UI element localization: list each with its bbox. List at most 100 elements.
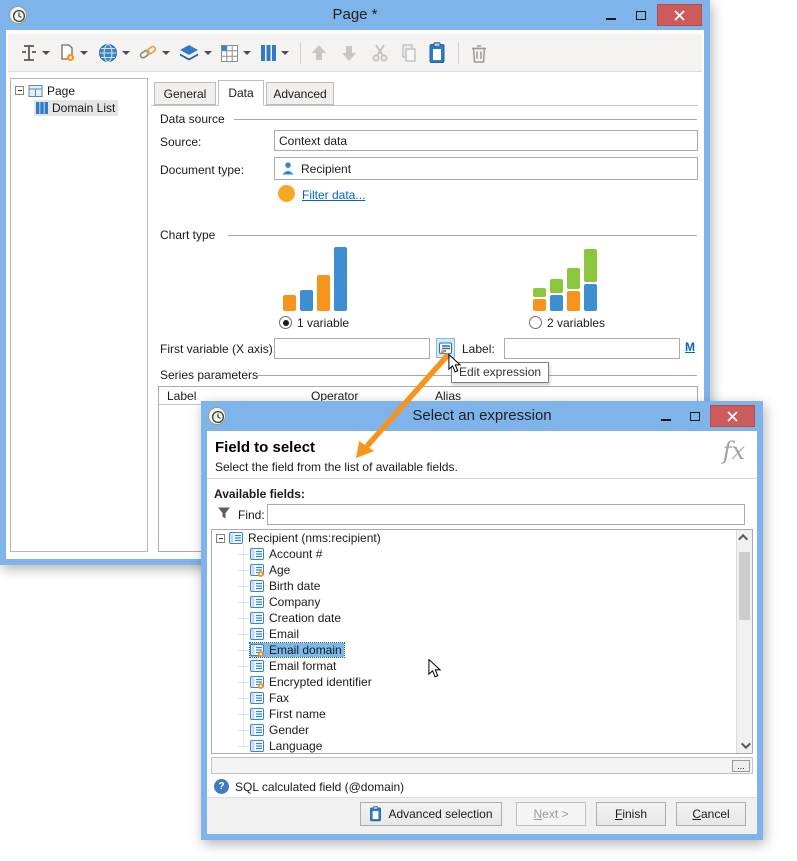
maximize-button[interactable]	[681, 405, 708, 427]
list-item[interactable]: Creation date	[212, 610, 752, 626]
layers-icon	[180, 45, 198, 61]
list-item[interactable]: Email	[212, 626, 752, 642]
list-item[interactable]: Birth date	[212, 578, 752, 594]
cancel-button[interactable]: Cancel	[676, 802, 746, 826]
scrollbar-thumb[interactable]	[739, 552, 750, 620]
screenshot-canvas: Page * Page Domain List General Data Adv…	[0, 0, 797, 861]
metadata-link[interactable]: M	[685, 340, 695, 354]
status-text: SQL calculated field (@domain)	[235, 780, 405, 794]
source-label: Source:	[160, 135, 202, 149]
list-item[interactable]: Email domain	[212, 642, 752, 658]
dialog-titlebar: Select an expression	[201, 401, 763, 431]
list-item[interactable]: Encrypted identifier	[212, 674, 752, 690]
dropdown-caret-icon	[162, 51, 170, 55]
field-list-rows: Account # Age Birth date Company Creation da…	[212, 546, 752, 753]
minimize-button[interactable]	[652, 405, 679, 427]
find-label: Find:	[238, 508, 265, 522]
field-label: Email	[269, 627, 300, 641]
list-item[interactable]: Gender	[212, 722, 752, 738]
chart-button[interactable]	[260, 39, 289, 67]
list-item-root[interactable]: Recipient (nms:recipient)	[212, 530, 752, 546]
next-button[interactable]: Next >	[516, 802, 586, 826]
close-button[interactable]	[710, 405, 755, 427]
dialog-header-title: Field to select	[215, 439, 316, 456]
edit-expression-button[interactable]	[436, 338, 455, 358]
source-input[interactable]	[274, 130, 698, 151]
first-variable-input[interactable]	[274, 338, 430, 359]
web-button[interactable]	[98, 39, 130, 67]
page-structure-tree: Page Domain List	[10, 78, 148, 552]
list-item[interactable]: Company	[212, 594, 752, 610]
calculated-field-icon	[250, 643, 264, 657]
list-item[interactable]: Language	[212, 738, 752, 753]
group-label-chart-type: Chart type	[160, 228, 216, 242]
group-label-data-source: Data source	[160, 112, 225, 126]
list-item[interactable]: Email format	[212, 658, 752, 674]
tree-item-domain-list[interactable]: Domain List	[11, 99, 147, 116]
calculated-field-icon	[250, 563, 264, 577]
list-item[interactable]: Account #	[212, 546, 752, 562]
insert-text-button[interactable]	[20, 39, 50, 67]
paste-button[interactable]	[428, 39, 446, 67]
scroll-up-button[interactable]	[737, 530, 752, 545]
data-element-button[interactable]	[178, 39, 212, 67]
advanced-selection-label: Advanced selection	[388, 807, 493, 821]
link-button[interactable]	[138, 39, 170, 67]
field-label: Account #	[269, 547, 323, 561]
move-down-button[interactable]	[340, 39, 358, 67]
toolbar-separator	[458, 42, 459, 64]
columns-icon	[261, 45, 276, 61]
dropdown-caret-icon	[42, 51, 50, 55]
radio-1-variable[interactable]	[279, 316, 292, 329]
delete-button[interactable]	[470, 39, 488, 67]
link-icon	[139, 45, 157, 59]
collapse-expander-icon[interactable]	[216, 533, 225, 543]
tree-item-page[interactable]: Page	[11, 82, 147, 99]
page-gear-icon	[61, 44, 75, 62]
globe-icon	[99, 43, 117, 63]
document-type-label: Document type:	[160, 163, 245, 177]
tab-general[interactable]: General	[154, 82, 216, 105]
page-settings-button[interactable]	[58, 39, 88, 67]
field-label: Creation date	[269, 611, 342, 625]
finish-button[interactable]: Finish	[596, 802, 666, 826]
vertical-scrollbar[interactable]	[736, 530, 752, 753]
field-icon	[250, 611, 264, 625]
close-button[interactable]	[657, 4, 702, 26]
field-icon	[250, 739, 264, 753]
collapse-expander-icon[interactable]	[15, 86, 24, 95]
axis-label-label: Label:	[462, 342, 495, 356]
field-label: Company	[269, 595, 321, 609]
document-type-field[interactable]: Recipient	[274, 157, 698, 180]
copy-button[interactable]	[400, 39, 418, 67]
scroll-down-button[interactable]	[737, 738, 752, 753]
tree-connector	[238, 617, 249, 619]
edit-expression-tooltip: Edit expression	[451, 362, 550, 383]
axis-label-input[interactable]	[504, 338, 680, 359]
tab-data[interactable]: Data	[218, 80, 264, 106]
recipient-person-icon	[282, 162, 294, 175]
ellipsis-button[interactable]: ...	[732, 760, 750, 772]
tab-advanced[interactable]: Advanced	[266, 82, 334, 105]
list-item[interactable]: Fax	[212, 690, 752, 706]
radio-2-variables[interactable]	[529, 316, 542, 329]
table-button[interactable]	[220, 39, 251, 67]
cut-button[interactable]	[370, 39, 390, 67]
filter-data-link[interactable]: Filter data...	[302, 188, 365, 202]
minimize-button[interactable]	[597, 4, 625, 26]
field-label: Gender	[269, 723, 310, 737]
field-label: First name	[269, 707, 326, 721]
find-input[interactable]	[267, 504, 745, 525]
list-item[interactable]: Age	[212, 562, 752, 578]
copy-icon	[402, 44, 416, 62]
list-item[interactable]: First name	[212, 706, 752, 722]
dropdown-caret-icon	[243, 51, 251, 55]
field-icon	[250, 691, 264, 705]
field-icon	[250, 579, 264, 593]
advanced-selection-button[interactable]: Advanced selection	[360, 802, 502, 826]
move-up-button[interactable]	[310, 39, 328, 67]
fx-icon: fx	[722, 437, 745, 465]
page-window-titlebar: Page *	[0, 0, 710, 30]
calculated-field-icon	[250, 675, 264, 689]
maximize-button[interactable]	[627, 4, 655, 26]
